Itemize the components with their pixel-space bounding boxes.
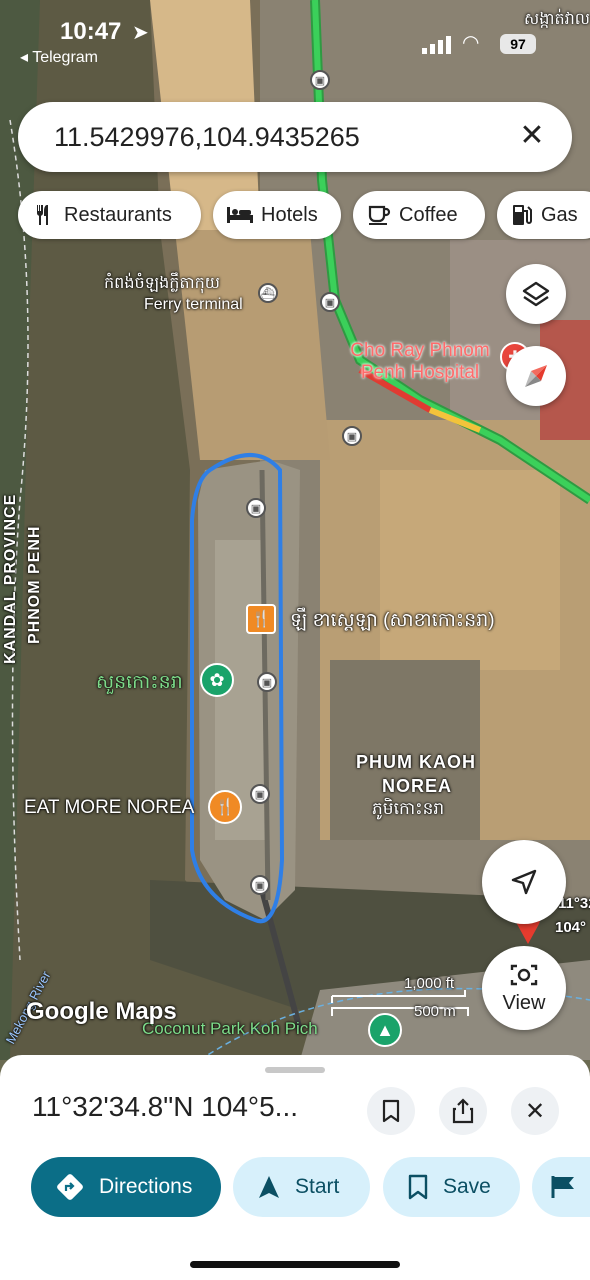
eat-more-pin-icon[interactable]: 🍴 bbox=[208, 790, 242, 824]
lens-camera-icon bbox=[510, 964, 538, 985]
restaurant-pin-icon[interactable]: 🍴 bbox=[246, 604, 276, 634]
bus-stop-icon[interactable]: ▣ bbox=[257, 672, 277, 692]
directions-icon bbox=[55, 1172, 85, 1202]
chip-restaurants[interactable]: Restaurants bbox=[18, 191, 201, 239]
back-to-telegram-link[interactable]: ◂ Telegram bbox=[20, 47, 98, 67]
hospital-label[interactable]: Cho Ray Phnom Penh Hospital bbox=[340, 340, 500, 384]
chip-gas[interactable]: Gas bbox=[497, 191, 590, 239]
save-label: Save bbox=[443, 1175, 491, 1198]
battery-icon: 97 bbox=[500, 34, 536, 54]
chip-label: Hotels bbox=[261, 203, 318, 226]
view-label: View bbox=[502, 991, 546, 1014]
chip-label: Restaurants bbox=[64, 203, 172, 226]
layers-icon bbox=[522, 281, 550, 307]
directions-label: Directions bbox=[99, 1175, 193, 1198]
directions-button[interactable]: Directions bbox=[31, 1157, 221, 1217]
fork-knife-icon bbox=[32, 203, 56, 227]
gas-pump-icon bbox=[511, 203, 533, 227]
ferry-terminal-label: Ferry terminal bbox=[144, 296, 243, 313]
close-sheet-button[interactable]: ✕ bbox=[511, 1087, 559, 1135]
restaurant-kh-label[interactable]: ឡឹ ខាស្តេឡា (សាខាកោះនរា) bbox=[290, 608, 495, 636]
close-icon[interactable]: ✕ bbox=[514, 118, 550, 154]
share-button[interactable] bbox=[439, 1087, 487, 1135]
bus-stop-icon[interactable]: ▣ bbox=[250, 784, 270, 804]
category-chips: Restaurants Hotels Coffee Gas bbox=[18, 191, 590, 239]
status-time: 10:47 bbox=[60, 18, 122, 45]
bus-stop-icon[interactable]: ▣ bbox=[250, 875, 270, 895]
navigation-arrow-outline-icon bbox=[511, 869, 537, 895]
kandal-province-label: KANDAL PROVINCE bbox=[2, 493, 19, 664]
share-icon bbox=[452, 1098, 474, 1124]
start-label: Start bbox=[295, 1175, 340, 1198]
search-bar[interactable]: 11.5429976,104.9435265 ✕ bbox=[18, 102, 572, 172]
chip-label: Coffee bbox=[399, 203, 458, 226]
sheet-drag-handle[interactable] bbox=[265, 1067, 325, 1073]
bed-icon bbox=[227, 205, 253, 225]
save-button[interactable]: Save bbox=[383, 1157, 520, 1217]
status-bar: 10:47 ➤ ◂ Telegram ◠ 97 សង្កាត់វាល bbox=[0, 0, 590, 70]
eat-more-label[interactable]: EAT MORE NOREA bbox=[24, 797, 194, 819]
bus-stop-icon[interactable]: ▣ bbox=[342, 426, 362, 446]
park-tree-icon[interactable]: ▲ bbox=[368, 1013, 402, 1047]
wifi-icon: ◠ bbox=[462, 32, 480, 54]
bookmark-button[interactable] bbox=[367, 1087, 415, 1135]
navigation-arrow-icon bbox=[257, 1174, 281, 1200]
chip-coffee[interactable]: Coffee bbox=[353, 191, 485, 239]
location-services-icon: ➤ bbox=[132, 22, 149, 44]
chip-hotels[interactable]: Hotels bbox=[213, 191, 341, 239]
place-sheet[interactable]: 11°32'34.8"N 104°5... ✕ Directions Start… bbox=[0, 1055, 590, 1280]
flag-icon bbox=[550, 1174, 576, 1200]
coffee-cup-icon bbox=[367, 203, 391, 227]
cellular-signal-icon bbox=[422, 36, 451, 54]
label-button[interactable] bbox=[532, 1157, 590, 1217]
compass-button[interactable] bbox=[506, 346, 566, 406]
bookmark-outline-icon bbox=[382, 1099, 400, 1123]
top-right-area-label: សង្កាត់វាល bbox=[524, 11, 590, 28]
view-button[interactable]: View bbox=[482, 946, 566, 1030]
bus-stop-icon[interactable]: ▣ bbox=[310, 70, 330, 90]
bus-stop-icon[interactable]: ▣ bbox=[246, 498, 266, 518]
start-button[interactable]: Start bbox=[233, 1157, 370, 1217]
search-query[interactable]: 11.5429976,104.9435265 bbox=[54, 122, 360, 153]
close-icon: ✕ bbox=[524, 1097, 546, 1125]
phum-kaoh-label-2: NOREA bbox=[382, 776, 453, 796]
google-maps-attribution: Google Maps bbox=[26, 998, 177, 1025]
bookmark-icon bbox=[407, 1174, 429, 1200]
compass-icon bbox=[525, 365, 547, 387]
chip-label: Gas bbox=[541, 203, 578, 226]
phum-kaoh-kh-label: ភូមិកោះនរា bbox=[372, 799, 445, 818]
park-pin-icon[interactable]: ✿ bbox=[200, 663, 234, 697]
scale-ft-label: 1,000 ft bbox=[404, 975, 455, 992]
ferry-icon[interactable]: ⛴ bbox=[258, 283, 278, 303]
my-location-button[interactable] bbox=[482, 840, 566, 924]
phum-kaoh-label-1: PHUM KAOH bbox=[356, 752, 476, 772]
park-kh-label[interactable]: សួនកោះនរា bbox=[96, 670, 183, 698]
ferry-terminal-kh-label: កំពង់ចំឡងក្លឹតាកុយ bbox=[104, 275, 221, 292]
place-coordinates: 11°32'34.8"N 104°5... bbox=[32, 1091, 299, 1122]
bus-stop-icon[interactable]: ▣ bbox=[320, 292, 340, 312]
pin-lng-label: 104° bbox=[555, 919, 587, 936]
home-indicator bbox=[190, 1261, 400, 1268]
scale-m-label: 500 m bbox=[414, 1003, 456, 1020]
layers-button[interactable] bbox=[506, 264, 566, 324]
phnom-penh-label: PHNOM PENH bbox=[26, 525, 43, 644]
